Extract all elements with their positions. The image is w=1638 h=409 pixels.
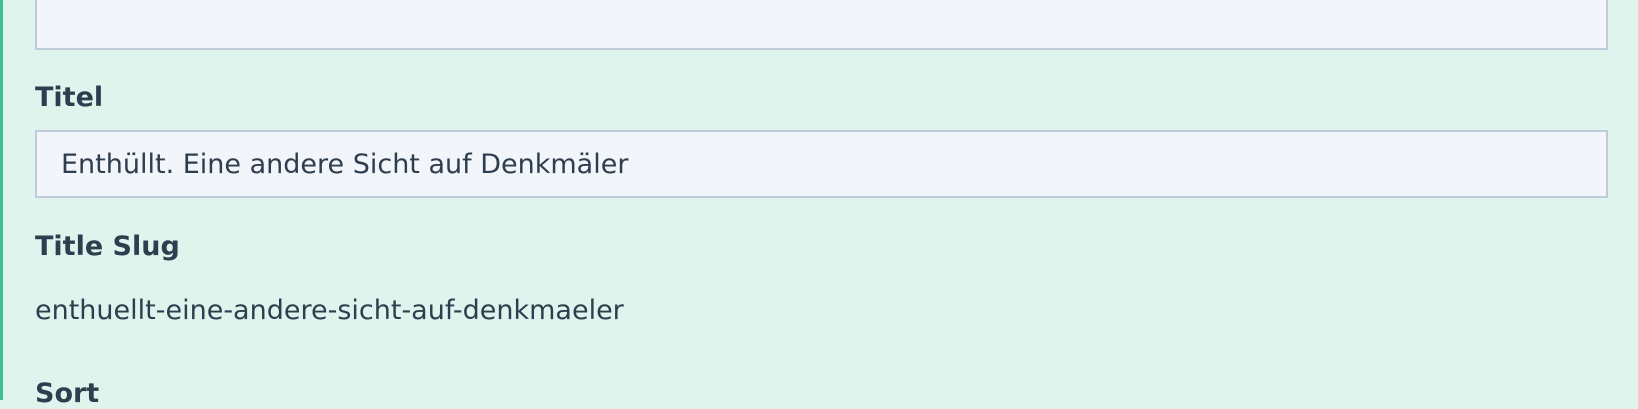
sort-label: Sort	[35, 378, 100, 409]
titel-label: Titel	[35, 82, 104, 113]
edit-form-panel: Titel Title Slug enthuellt-eine-andere-s…	[0, 0, 1638, 409]
title-slug-label: Title Slug	[35, 231, 180, 262]
title-slug-value: enthuellt-eine-andere-sicht-auf-denkmael…	[35, 295, 624, 326]
titel-input[interactable]	[35, 130, 1608, 198]
previous-field-input[interactable]	[35, 0, 1608, 50]
